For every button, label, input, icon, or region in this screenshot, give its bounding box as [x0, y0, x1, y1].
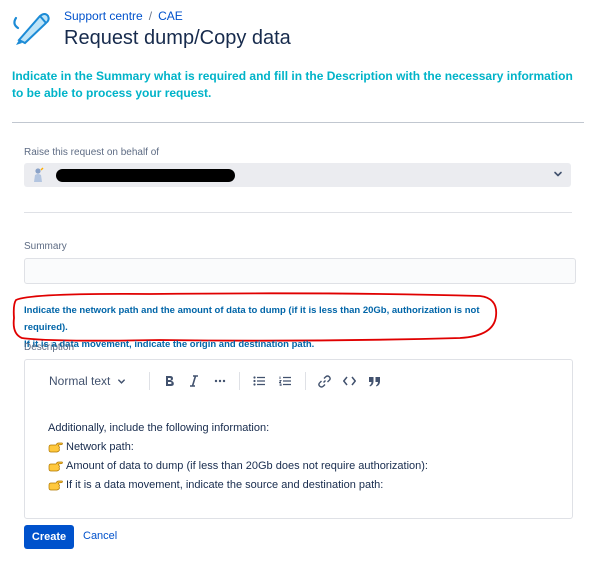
on-behalf-select[interactable] [24, 163, 571, 187]
code-button[interactable] [341, 373, 357, 389]
more-formatting-button[interactable] [212, 373, 228, 389]
numbered-list-icon [279, 376, 291, 386]
italic-button[interactable] [187, 373, 201, 389]
description-editor[interactable]: Normal text Additionally, include the fo… [24, 359, 573, 519]
user-avatar-icon [34, 167, 44, 182]
header-divider [12, 122, 584, 123]
list-item-text: If it is a data movement, indicate the s… [66, 479, 384, 491]
description-hint: Indicate the network path and the amount… [24, 302, 494, 353]
quote-button[interactable] [366, 373, 382, 389]
on-behalf-label: Raise this request on behalf of [24, 147, 160, 158]
text-style-dropdown[interactable]: Normal text [49, 373, 126, 389]
create-button[interactable]: Create [24, 525, 74, 549]
page-title: Request dump/Copy data [64, 27, 291, 49]
description-intro: Additionally, include the following info… [48, 422, 270, 434]
numbered-list-button[interactable] [277, 373, 293, 389]
cancel-link[interactable]: Cancel [83, 530, 117, 542]
toolbar-divider [305, 372, 306, 390]
section-divider [24, 212, 572, 213]
link-button[interactable] [316, 373, 332, 389]
code-icon [342, 376, 356, 386]
redacted-user-name [56, 169, 235, 182]
italic-icon [190, 375, 198, 387]
pointing-hand-icon [48, 461, 63, 471]
intro-instructions: Indicate in the Summary what is required… [12, 69, 573, 100]
chevron-down-icon [554, 171, 562, 177]
bullet-list-button[interactable] [251, 373, 267, 389]
hint-line-1: Indicate the network path and the amount… [24, 305, 480, 333]
list-item-text: Amount of data to dump (if less than 20G… [66, 460, 428, 472]
summary-input[interactable] [24, 258, 576, 284]
quote-icon [368, 376, 380, 386]
hint-line-2: If it is a data movement, indicate the o… [24, 339, 315, 350]
text-style-label: Normal text [49, 374, 111, 388]
bold-icon [165, 376, 174, 386]
list-item: If it is a data movement, indicate the s… [48, 479, 383, 491]
pointing-hand-icon [48, 442, 63, 452]
summary-label: Summary [24, 241, 67, 252]
breadcrumb: Support centre / CAE [64, 9, 183, 23]
description-label: Description [24, 342, 75, 353]
link-icon [317, 374, 331, 388]
pointing-hand-icon [48, 480, 63, 490]
breadcrumb-separator: / [148, 9, 153, 23]
list-item: Amount of data to dump (if less than 20G… [48, 460, 428, 472]
toolbar-divider [149, 372, 150, 390]
chevron-down-icon [118, 378, 126, 384]
breadcrumb-support-centre[interactable]: Support centre [64, 9, 143, 23]
toolbar-divider [239, 372, 240, 390]
more-icon [214, 379, 226, 383]
breadcrumb-cae[interactable]: CAE [158, 9, 183, 23]
bold-button[interactable] [162, 373, 176, 389]
bullet-list-icon [253, 376, 265, 386]
list-item: Network path: [48, 441, 134, 453]
list-item-text: Network path: [66, 441, 134, 453]
service-desk-logo [13, 13, 50, 45]
